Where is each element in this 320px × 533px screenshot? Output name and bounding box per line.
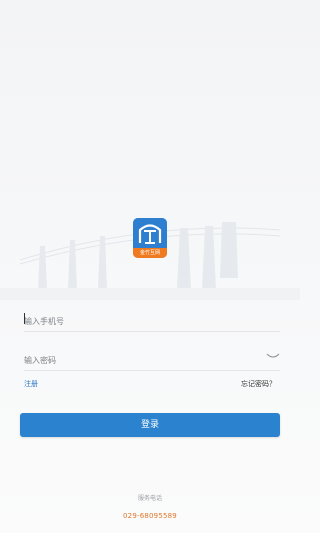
forgot-password-link[interactable]: 忘记密码？ (241, 379, 276, 389)
password-input[interactable] (24, 351, 244, 370)
password-field[interactable] (24, 348, 280, 371)
login-button[interactable]: 登录 (20, 413, 280, 437)
service-phone[interactable]: 029-68095589 (0, 512, 300, 520)
phone-input[interactable] (24, 312, 244, 331)
app-logo: 金竹互网 (133, 218, 167, 258)
train-icon (133, 218, 167, 248)
phone-field[interactable] (24, 309, 280, 332)
logo-caption: 金竹互网 (133, 248, 167, 258)
text-cursor (24, 313, 25, 324)
register-link[interactable]: 注册 (24, 379, 38, 389)
service-label: 服务电话 (137, 495, 162, 502)
eye-closed-icon[interactable] (266, 352, 280, 360)
